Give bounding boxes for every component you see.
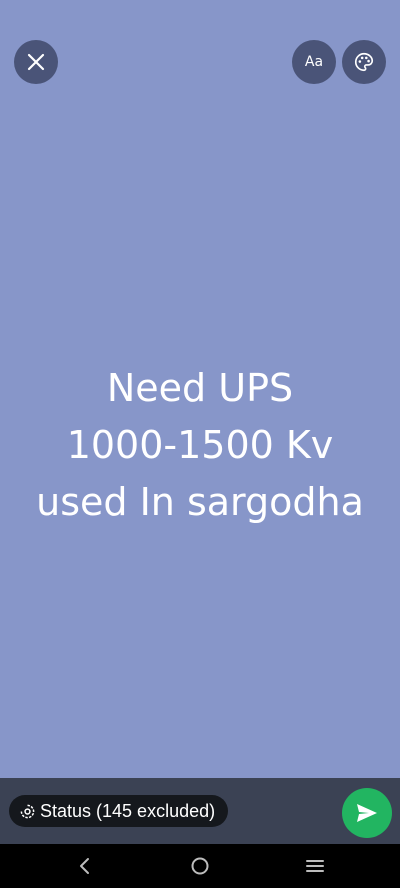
home-icon	[191, 857, 209, 875]
bottom-bar: Status (145 excluded)	[0, 778, 400, 844]
palette-icon	[355, 52, 374, 72]
send-icon	[357, 804, 377, 822]
background-color-button[interactable]	[342, 40, 386, 84]
recents-icon	[306, 860, 324, 872]
back-icon	[80, 858, 89, 874]
nav-recents-button[interactable]	[300, 851, 330, 881]
font-style-button[interactable]: Aa	[292, 40, 336, 84]
nav-back-button[interactable]	[70, 851, 100, 881]
close-button[interactable]	[14, 40, 58, 84]
status-text-input[interactable]: Need UPS 1000-1500 Kv used In sargodha	[0, 360, 400, 531]
send-button[interactable]	[342, 788, 392, 838]
close-icon	[27, 53, 45, 71]
status-audience-button[interactable]: Status (145 excluded)	[9, 795, 229, 827]
system-navigation-bar	[0, 844, 400, 888]
status-composer-screen: Aa Need UPS 1000-1500 Kv used In sargodh…	[0, 0, 400, 888]
nav-home-button[interactable]	[185, 851, 215, 881]
font-style-label: Aa	[304, 54, 324, 70]
status-icon	[19, 803, 35, 819]
status-audience-label: Status (145 excluded)	[40, 800, 216, 821]
